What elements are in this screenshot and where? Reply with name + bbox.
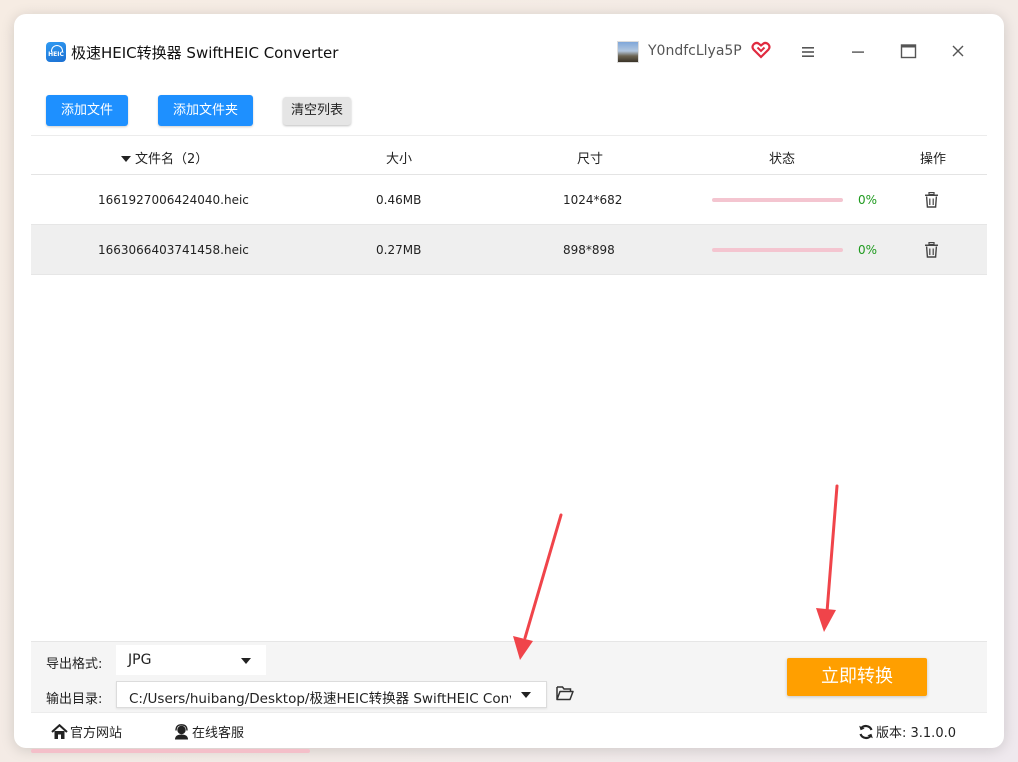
app-title: 极速HEIC转换器 SwiftHEIC Converter [71, 44, 339, 62]
refresh-icon [859, 724, 873, 740]
table-row[interactable]: 1663066403741458.heic 0.27MB 898*898 0% [31, 225, 987, 275]
output-dir-label: 输出目录: [46, 692, 103, 707]
output-dir-value: C:/Users/huibang/Desktop/极速HEIC转换器 Swift… [129, 691, 511, 707]
column-header-name[interactable]: 文件名（2） [121, 148, 208, 167]
app-body: HEIC 极速HEIC转换器 SwiftHEIC Converter Y0ndf… [31, 34, 987, 748]
horizontal-scroll-indicator [31, 749, 310, 753]
sort-caret-icon [121, 155, 131, 162]
user-name[interactable]: Y0ndfcLlya5P [648, 43, 742, 59]
table-row[interactable]: 1661927006424040.heic 0.46MB 1024*682 0% [31, 175, 987, 225]
column-header-size: 大小 [386, 152, 413, 167]
format-label: 导出格式: [46, 657, 103, 672]
clear-list-button[interactable]: 清空列表 [283, 97, 351, 125]
format-value: JPG [128, 652, 152, 668]
trash-icon[interactable] [924, 192, 939, 208]
progress-percent: 0% [858, 243, 878, 257]
menu-icon[interactable] [801, 45, 815, 59]
close-icon[interactable] [951, 44, 965, 58]
file-size: 0.46MB [376, 193, 422, 207]
column-header-name-label: 文件名（2） [135, 152, 209, 167]
title-bar: HEIC 极速HEIC转换器 SwiftHEIC Converter Y0ndf… [31, 34, 987, 74]
official-website-label: 官方网站 [70, 726, 123, 741]
file-name: 1661927006424040.heic [98, 193, 249, 207]
format-select[interactable]: JPG [116, 645, 266, 675]
trash-icon[interactable] [924, 242, 939, 258]
vip-heart-icon[interactable] [751, 40, 771, 60]
output-dir-select[interactable]: C:/Users/huibang/Desktop/极速HEIC转换器 Swift… [116, 681, 547, 708]
app-logo-icon: HEIC [46, 42, 66, 62]
file-name: 1663066403741458.heic [98, 243, 249, 257]
table-header: 文件名（2） 大小 尺寸 状态 操作 [31, 135, 987, 175]
chevron-down-icon [521, 692, 531, 698]
online-service-label: 在线客服 [192, 726, 245, 741]
column-header-dimensions: 尺寸 [577, 152, 604, 167]
maximize-icon[interactable] [900, 43, 917, 60]
progress-bar [712, 198, 843, 202]
user-avatar[interactable] [617, 41, 639, 63]
footer-bar: 官方网站 在线客服 版本: 3.1.0.0 [31, 712, 987, 748]
file-dimensions: 1024*682 [563, 193, 623, 207]
progress-percent: 0% [858, 193, 878, 207]
headset-icon [175, 724, 188, 740]
version-info: 版本: 3.1.0.0 [858, 722, 956, 741]
app-window: HEIC 极速HEIC转换器 SwiftHEIC Converter Y0ndf… [14, 14, 1004, 748]
chevron-down-icon [241, 658, 251, 664]
online-service-link[interactable]: 在线客服 [173, 722, 244, 741]
convert-now-button[interactable]: 立即转换 [787, 658, 927, 696]
progress-bar [712, 248, 843, 252]
add-file-button[interactable]: 添加文件 [46, 95, 128, 126]
version-label: 版本: 3.1.0.0 [876, 726, 956, 741]
home-icon [51, 723, 68, 739]
minimize-icon[interactable] [851, 45, 865, 59]
file-size: 0.27MB [376, 243, 422, 257]
add-folder-button[interactable]: 添加文件夹 [158, 95, 253, 126]
file-dimensions: 898*898 [563, 243, 615, 257]
column-header-action: 操作 [920, 152, 947, 167]
output-settings-panel: 导出格式: JPG 输出目录: C:/Users/huibang/Desktop… [31, 641, 987, 748]
open-folder-icon[interactable] [556, 685, 574, 701]
column-header-status: 状态 [769, 152, 796, 167]
official-website-link[interactable]: 官方网站 [51, 722, 122, 741]
